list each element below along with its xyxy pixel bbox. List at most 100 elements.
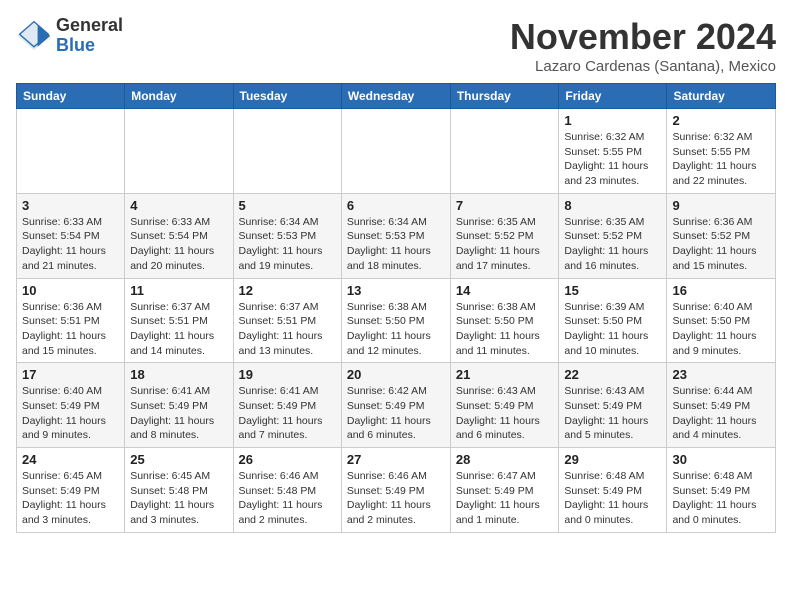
day-info: Sunrise: 6:41 AM Sunset: 5:49 PM Dayligh… xyxy=(130,384,227,443)
day-number: 25 xyxy=(130,452,227,467)
day-number: 22 xyxy=(564,367,661,382)
day-number: 19 xyxy=(239,367,336,382)
day-number: 2 xyxy=(672,113,770,128)
day-number: 21 xyxy=(456,367,554,382)
calendar-header-row: SundayMondayTuesdayWednesdayThursdayFrid… xyxy=(17,84,776,109)
day-info: Sunrise: 6:35 AM Sunset: 5:52 PM Dayligh… xyxy=(564,215,661,274)
calendar-week-row: 17Sunrise: 6:40 AM Sunset: 5:49 PM Dayli… xyxy=(17,363,776,448)
day-of-week-header: Wednesday xyxy=(341,84,450,109)
calendar-day-cell: 12 Sunrise: 6:37 AM Sunset: 5:51 PM Dayli… xyxy=(233,278,341,363)
day-number: 4 xyxy=(130,198,227,213)
calendar-day-cell: 21Sunrise: 6:43 AM Sunset: 5:49 PM Dayli… xyxy=(450,363,559,448)
day-info: Sunrise: 6:48 AM Sunset: 5:49 PM Dayligh… xyxy=(564,469,661,528)
calendar-week-row: 10 Sunrise: 6:36 AM Sunset: 5:51 PM Dayli… xyxy=(17,278,776,363)
calendar-day-cell: 9 Sunrise: 6:36 AM Sunset: 5:52 PM Daylig… xyxy=(667,193,776,278)
day-info: Sunrise: 6:36 AM Sunset: 5:51 PM Dayligh… xyxy=(22,300,119,359)
calendar-day-cell: 5 Sunrise: 6:34 AM Sunset: 5:53 PM Daylig… xyxy=(233,193,341,278)
day-number: 9 xyxy=(672,198,770,213)
calendar-day-cell xyxy=(125,109,233,194)
calendar-day-cell: 11Sunrise: 6:37 AM Sunset: 5:51 PM Dayli… xyxy=(125,278,233,363)
calendar-day-cell: 20 Sunrise: 6:42 AM Sunset: 5:49 PM Dayli… xyxy=(341,363,450,448)
day-of-week-header: Sunday xyxy=(17,84,125,109)
logo-blue: Blue xyxy=(56,35,95,55)
calendar-day-cell xyxy=(17,109,125,194)
location: Lazaro Cardenas (Santana), Mexico xyxy=(510,58,776,75)
logo-icon xyxy=(16,18,52,54)
calendar-week-row: 3 Sunrise: 6:33 AM Sunset: 5:54 PM Daylig… xyxy=(17,193,776,278)
calendar-day-cell xyxy=(233,109,341,194)
calendar-day-cell: 13 Sunrise: 6:38 AM Sunset: 5:50 PM Dayli… xyxy=(341,278,450,363)
page-header: General Blue November 2024 Lazaro Carden… xyxy=(16,16,776,75)
day-number: 12 xyxy=(239,283,336,298)
calendar-day-cell xyxy=(341,109,450,194)
calendar-day-cell: 17Sunrise: 6:40 AM Sunset: 5:49 PM Dayli… xyxy=(17,363,125,448)
day-info: Sunrise: 6:33 AM Sunset: 5:54 PM Dayligh… xyxy=(22,215,119,274)
day-info: Sunrise: 6:38 AM Sunset: 5:50 PM Dayligh… xyxy=(456,300,554,359)
day-info: Sunrise: 6:32 AM Sunset: 5:55 PM Dayligh… xyxy=(564,130,661,189)
calendar-day-cell: 23Sunrise: 6:44 AM Sunset: 5:49 PM Dayli… xyxy=(667,363,776,448)
day-number: 14 xyxy=(456,283,554,298)
day-number: 5 xyxy=(239,198,336,213)
day-info: Sunrise: 6:47 AM Sunset: 5:49 PM Dayligh… xyxy=(456,469,554,528)
calendar-day-cell: 25 Sunrise: 6:45 AM Sunset: 5:48 PM Dayli… xyxy=(125,448,233,533)
title-block: November 2024 Lazaro Cardenas (Santana),… xyxy=(510,16,776,75)
day-info: Sunrise: 6:37 AM Sunset: 5:51 PM Dayligh… xyxy=(239,300,336,359)
day-info: Sunrise: 6:36 AM Sunset: 5:52 PM Dayligh… xyxy=(672,215,770,274)
day-number: 7 xyxy=(456,198,554,213)
day-info: Sunrise: 6:34 AM Sunset: 5:53 PM Dayligh… xyxy=(239,215,336,274)
day-info: Sunrise: 6:48 AM Sunset: 5:49 PM Dayligh… xyxy=(672,469,770,528)
day-info: Sunrise: 6:46 AM Sunset: 5:48 PM Dayligh… xyxy=(239,469,336,528)
calendar-day-cell: 3 Sunrise: 6:33 AM Sunset: 5:54 PM Daylig… xyxy=(17,193,125,278)
day-number: 29 xyxy=(564,452,661,467)
calendar-week-row: 1 Sunrise: 6:32 AM Sunset: 5:55 PM Daylig… xyxy=(17,109,776,194)
day-number: 26 xyxy=(239,452,336,467)
day-info: Sunrise: 6:43 AM Sunset: 5:49 PM Dayligh… xyxy=(564,384,661,443)
day-info: Sunrise: 6:40 AM Sunset: 5:50 PM Dayligh… xyxy=(672,300,770,359)
day-number: 6 xyxy=(347,198,445,213)
day-info: Sunrise: 6:45 AM Sunset: 5:48 PM Dayligh… xyxy=(130,469,227,528)
day-number: 20 xyxy=(347,367,445,382)
day-of-week-header: Monday xyxy=(125,84,233,109)
day-number: 1 xyxy=(564,113,661,128)
logo-text: General Blue xyxy=(56,16,123,56)
day-number: 28 xyxy=(456,452,554,467)
calendar-day-cell: 30 Sunrise: 6:48 AM Sunset: 5:49 PM Dayli… xyxy=(667,448,776,533)
calendar-day-cell: 28 Sunrise: 6:47 AM Sunset: 5:49 PM Dayli… xyxy=(450,448,559,533)
day-of-week-header: Thursday xyxy=(450,84,559,109)
calendar-day-cell: 4Sunrise: 6:33 AM Sunset: 5:54 PM Daylig… xyxy=(125,193,233,278)
day-info: Sunrise: 6:45 AM Sunset: 5:49 PM Dayligh… xyxy=(22,469,119,528)
calendar-day-cell: 29 Sunrise: 6:48 AM Sunset: 5:49 PM Dayli… xyxy=(559,448,667,533)
calendar-day-cell: 24 Sunrise: 6:45 AM Sunset: 5:49 PM Dayli… xyxy=(17,448,125,533)
logo: General Blue xyxy=(16,16,123,56)
day-info: Sunrise: 6:32 AM Sunset: 5:55 PM Dayligh… xyxy=(672,130,770,189)
calendar-day-cell: 18 Sunrise: 6:41 AM Sunset: 5:49 PM Dayli… xyxy=(125,363,233,448)
day-number: 24 xyxy=(22,452,119,467)
calendar-day-cell: 14 Sunrise: 6:38 AM Sunset: 5:50 PM Dayli… xyxy=(450,278,559,363)
day-number: 30 xyxy=(672,452,770,467)
day-info: Sunrise: 6:40 AM Sunset: 5:49 PM Dayligh… xyxy=(22,384,119,443)
day-info: Sunrise: 6:38 AM Sunset: 5:50 PM Dayligh… xyxy=(347,300,445,359)
day-of-week-header: Friday xyxy=(559,84,667,109)
calendar-day-cell: 6 Sunrise: 6:34 AM Sunset: 5:53 PM Daylig… xyxy=(341,193,450,278)
calendar-day-cell: 22 Sunrise: 6:43 AM Sunset: 5:49 PM Dayli… xyxy=(559,363,667,448)
calendar-table: SundayMondayTuesdayWednesdayThursdayFrid… xyxy=(16,83,776,533)
calendar-day-cell: 15Sunrise: 6:39 AM Sunset: 5:50 PM Dayli… xyxy=(559,278,667,363)
day-number: 10 xyxy=(22,283,119,298)
day-number: 13 xyxy=(347,283,445,298)
month-title: November 2024 xyxy=(510,16,776,58)
day-of-week-header: Tuesday xyxy=(233,84,341,109)
day-info: Sunrise: 6:39 AM Sunset: 5:50 PM Dayligh… xyxy=(564,300,661,359)
day-info: Sunrise: 6:34 AM Sunset: 5:53 PM Dayligh… xyxy=(347,215,445,274)
calendar-day-cell xyxy=(450,109,559,194)
day-of-week-header: Saturday xyxy=(667,84,776,109)
day-number: 18 xyxy=(130,367,227,382)
day-number: 16 xyxy=(672,283,770,298)
day-info: Sunrise: 6:42 AM Sunset: 5:49 PM Dayligh… xyxy=(347,384,445,443)
calendar-day-cell: 16 Sunrise: 6:40 AM Sunset: 5:50 PM Dayli… xyxy=(667,278,776,363)
calendar-day-cell: 7Sunrise: 6:35 AM Sunset: 5:52 PM Daylig… xyxy=(450,193,559,278)
day-number: 3 xyxy=(22,198,119,213)
calendar-day-cell: 26 Sunrise: 6:46 AM Sunset: 5:48 PM Dayli… xyxy=(233,448,341,533)
calendar-day-cell: 2 Sunrise: 6:32 AM Sunset: 5:55 PM Daylig… xyxy=(667,109,776,194)
calendar-day-cell: 10 Sunrise: 6:36 AM Sunset: 5:51 PM Dayli… xyxy=(17,278,125,363)
day-info: Sunrise: 6:37 AM Sunset: 5:51 PM Dayligh… xyxy=(130,300,227,359)
